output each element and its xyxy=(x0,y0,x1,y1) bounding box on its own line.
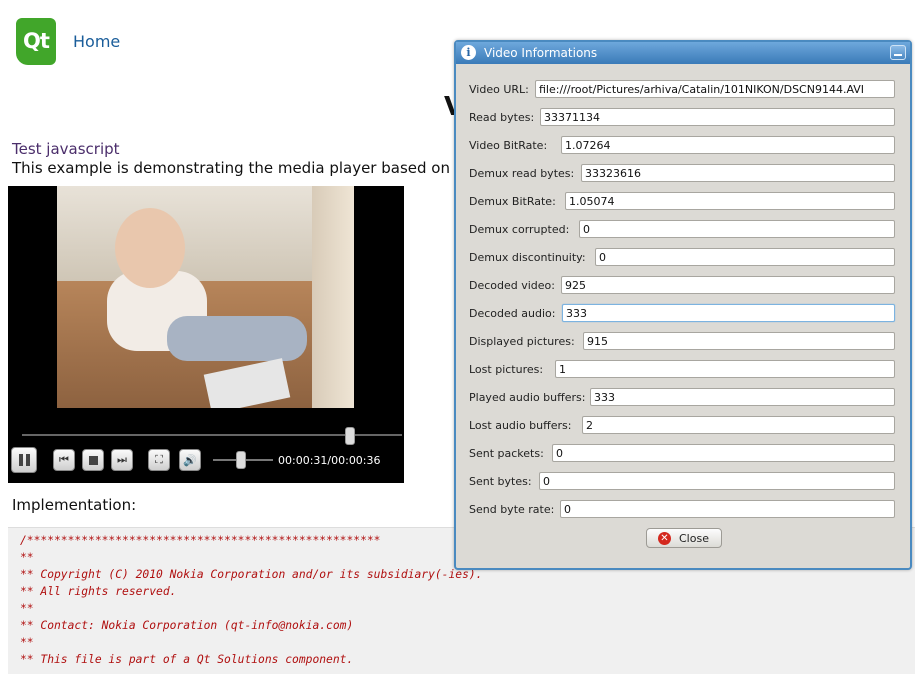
field-label: Displayed pictures: xyxy=(469,335,575,348)
decoded-audio-field[interactable]: 333 xyxy=(562,304,895,322)
dialog-titlebar[interactable]: i Video Informations xyxy=(456,42,910,64)
previous-button[interactable]: ⏮ xyxy=(53,449,75,471)
close-button[interactable]: ✕ Close xyxy=(646,528,722,548)
qt-logo: Qt xyxy=(16,18,56,65)
field-label: Demux corrupted: xyxy=(469,223,570,236)
close-icon: ✕ xyxy=(658,532,671,545)
sent-bytes-field[interactable]: 0 xyxy=(539,472,895,490)
demux-discontinuity-field[interactable]: 0 xyxy=(595,248,895,266)
code-line: ** xyxy=(20,602,34,615)
fullscreen-button[interactable]: ⛶ xyxy=(148,449,170,471)
decoded-video-field[interactable]: 925 xyxy=(561,276,895,294)
field-label: Lost pictures: xyxy=(469,363,544,376)
next-button[interactable]: ⏭ xyxy=(111,449,133,471)
field-label: Video BitRate: xyxy=(469,139,548,152)
code-line: ** This file is part of a Qt Solutions c… xyxy=(20,653,354,666)
skip-back-icon: ⏮ xyxy=(59,453,69,466)
lost-pictures-field[interactable]: 1 xyxy=(555,360,895,378)
played-audio-buffers-field[interactable]: 333 xyxy=(590,388,895,406)
video-frame[interactable] xyxy=(57,186,354,408)
code-line: ** xyxy=(20,551,34,564)
dialog-title: Video Informations xyxy=(484,46,598,60)
time-readout: 00:00:31/00:00:36 xyxy=(278,454,381,467)
code-line: ** All rights reserved. xyxy=(20,585,177,598)
pause-button[interactable] xyxy=(11,447,37,473)
field-label: Video URL: xyxy=(469,83,529,96)
speaker-icon: 🔊 xyxy=(183,453,197,467)
field-label: Send byte rate: xyxy=(469,503,555,516)
field-label: Sent packets: xyxy=(469,447,544,460)
fullscreen-icon: ⛶ xyxy=(155,453,163,466)
demux-read-bytes-field[interactable]: 33323616 xyxy=(581,164,895,182)
field-label: Lost audio buffers: xyxy=(469,419,572,432)
video-info-dialog: i Video Informations Video URL: file:///… xyxy=(454,40,912,570)
demux-corrupted-field[interactable]: 0 xyxy=(579,220,895,238)
code-line: ** Contact: Nokia Corporation (qt-info@n… xyxy=(20,619,354,632)
lost-audio-buffers-field[interactable]: 2 xyxy=(582,416,895,434)
skip-forward-icon: ⏭ xyxy=(117,453,127,466)
field-label: Sent bytes: xyxy=(469,475,532,488)
send-byte-rate-field[interactable]: 0 xyxy=(560,500,895,518)
mute-button[interactable]: 🔊 xyxy=(179,449,201,471)
test-javascript-link[interactable]: Test javascript xyxy=(12,140,120,158)
code-line: ** Copyright (C) 2010 Nokia Corporation … xyxy=(20,568,483,581)
minimize-button[interactable] xyxy=(890,45,906,60)
field-label: Played audio buffers: xyxy=(469,391,586,404)
field-label: Decoded video: xyxy=(469,279,555,292)
video-bitrate-field[interactable]: 1.07264 xyxy=(561,136,895,154)
field-label: Read bytes: xyxy=(469,111,535,124)
video-url-field[interactable]: file:///root/Pictures/arhiva/Catalin/101… xyxy=(535,80,895,98)
field-label: Demux discontinuity: xyxy=(469,251,586,264)
volume-handle[interactable] xyxy=(236,451,246,469)
video-player[interactable]: ⏮ ⏭ ⛶ 🔊 00:00:31/00:00:36 xyxy=(8,186,404,483)
stop-icon xyxy=(88,455,98,465)
pause-icon xyxy=(18,454,30,466)
field-label: Demux read bytes: xyxy=(469,167,575,180)
displayed-pictures-field[interactable]: 915 xyxy=(583,332,895,350)
field-label: Decoded audio: xyxy=(469,307,556,320)
home-link[interactable]: Home xyxy=(73,32,120,51)
code-line: /***************************************… xyxy=(20,534,381,547)
info-icon: i xyxy=(461,45,476,60)
close-button-label: Close xyxy=(679,532,709,545)
implementation-label: Implementation: xyxy=(12,496,137,514)
read-bytes-field[interactable]: 33371134 xyxy=(540,108,895,126)
demux-bitrate-field[interactable]: 1.05074 xyxy=(565,192,895,210)
field-label: Demux BitRate: xyxy=(469,195,556,208)
stop-button[interactable] xyxy=(82,449,104,471)
seek-handle[interactable] xyxy=(344,427,355,445)
sent-packets-field[interactable]: 0 xyxy=(552,444,895,462)
code-line: ** xyxy=(20,636,34,649)
minimize-icon xyxy=(894,54,902,56)
intro-text: This example is demonstrating the media … xyxy=(12,159,489,177)
